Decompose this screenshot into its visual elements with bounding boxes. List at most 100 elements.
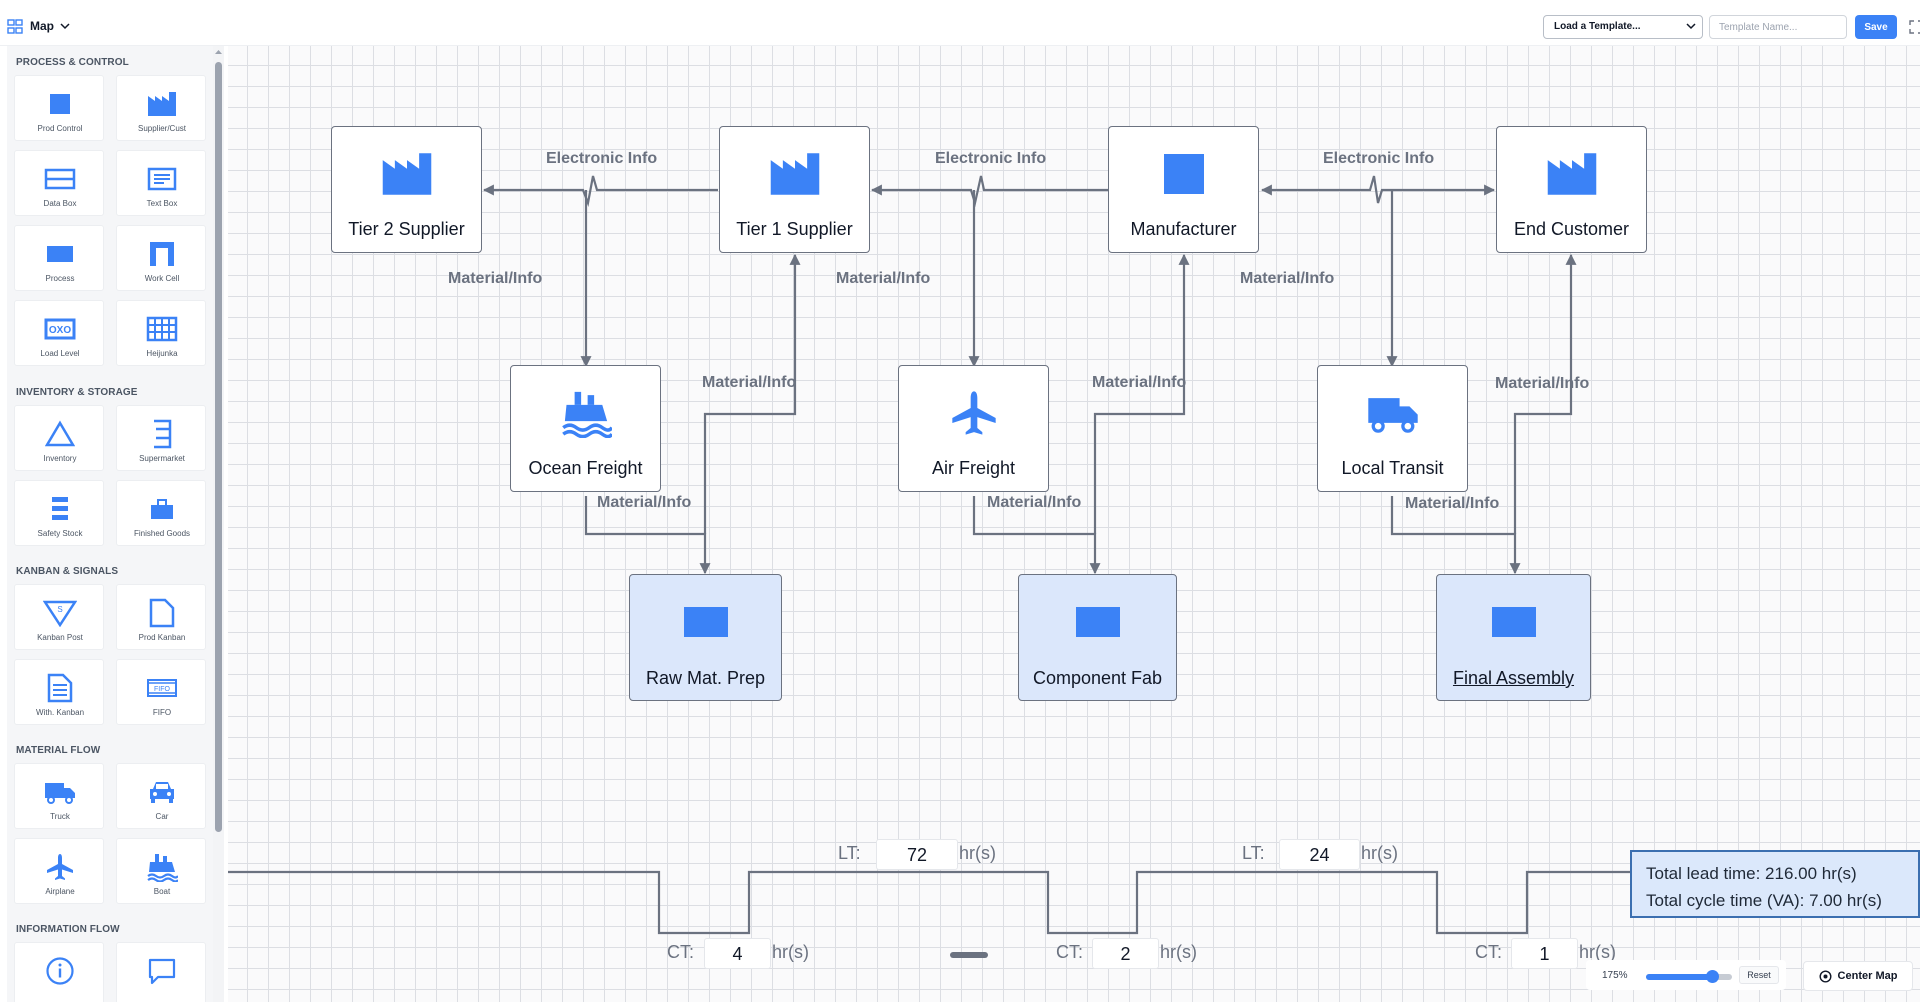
- node-tier-1-supplier[interactable]: Tier 1 Supplier: [719, 126, 870, 253]
- palette-boat[interactable]: Boat: [116, 838, 206, 904]
- target-icon: [1819, 969, 1832, 983]
- section-title: INFORMATION FLOW: [16, 924, 120, 935]
- kanban-post-icon: S: [43, 600, 77, 627]
- car-icon: [150, 782, 174, 803]
- cycle-time-input[interactable]: 4: [704, 938, 771, 969]
- palette-finished-goods[interactable]: Finished Goods: [116, 480, 206, 546]
- prod-kanban-icon: [149, 598, 175, 628]
- palette-scrollbar[interactable]: [213, 46, 224, 1002]
- boat-icon: [147, 854, 178, 882]
- palette-supplier-cust[interactable]: Supplier/Cust: [116, 75, 206, 141]
- view-menu[interactable]: Map: [30, 19, 70, 33]
- text-box-icon: [147, 167, 177, 191]
- fullscreen-icon[interactable]: [1909, 20, 1920, 34]
- cycle-time-input[interactable]: 1: [1511, 938, 1578, 969]
- palette-fifo[interactable]: FIFO FIFO: [116, 659, 206, 725]
- total-cycle-time: Total cycle time (VA): 7.00 hr(s): [1646, 891, 1882, 910]
- node-ocean-freight[interactable]: Ocean Freight: [510, 365, 661, 492]
- zoom-slider[interactable]: [1646, 970, 1732, 983]
- save-button[interactable]: Save: [1855, 15, 1897, 39]
- factory-icon: [770, 153, 819, 195]
- material-connector[interactable]: [703, 253, 801, 534]
- boat-icon: [561, 391, 612, 438]
- palette-truck[interactable]: Truck: [14, 763, 104, 829]
- withdrawal-kanban-icon: [47, 673, 73, 703]
- palette-heijunka[interactable]: Heijunka: [116, 300, 206, 366]
- node-air-freight[interactable]: Air Freight: [898, 365, 1049, 492]
- node-label[interactable]: Final Assembly: [1437, 668, 1590, 689]
- electronic-connector[interactable]: [870, 175, 1108, 208]
- safety-stock-icon: [52, 497, 68, 520]
- electronic-info-label: Electronic Info: [935, 150, 1047, 167]
- heijunka-icon: [146, 316, 178, 342]
- view-menu-label: Map: [30, 19, 54, 33]
- layout-grid-icon[interactable]: [6, 18, 24, 36]
- factory-icon: [148, 92, 176, 116]
- center-map-button[interactable]: Center Map: [1803, 961, 1913, 991]
- template-select[interactable]: Load a Template...: [1543, 15, 1703, 39]
- palette-label: Supermarket: [139, 454, 185, 463]
- zoom-slider-thumb[interactable]: [1706, 970, 1720, 983]
- ct-label: CT:: [667, 942, 694, 962]
- map-canvas[interactable]: Tier 2 Supplier Tier 1 Supplier Manufact…: [228, 46, 1920, 1002]
- palette-airplane[interactable]: Airplane: [14, 838, 104, 904]
- electronic-info-label: Electronic Info: [1323, 150, 1435, 167]
- palette-work-cell[interactable]: Work Cell: [116, 225, 206, 291]
- node-end-customer[interactable]: End Customer: [1496, 126, 1647, 253]
- electronic-connector[interactable]: [482, 175, 718, 208]
- reset-zoom-button[interactable]: Reset: [1739, 966, 1779, 984]
- palette-withdrawal-kanban[interactable]: With. Kanban: [14, 659, 104, 725]
- top-toolbar: Map Load a Template... Save: [0, 0, 1920, 46]
- palette-load-level[interactable]: OXO Load Level: [14, 300, 104, 366]
- cycle-time-input[interactable]: 2: [1092, 938, 1159, 969]
- material-info-label: Material/Info: [448, 270, 543, 287]
- unit-label: hr(s): [772, 942, 809, 962]
- center-map-label: Center Map: [1837, 970, 1898, 982]
- chevron-down-icon: [1686, 23, 1696, 30]
- scrollbar-thumb[interactable]: [215, 62, 222, 832]
- truck-icon: [1367, 398, 1418, 433]
- node-local-transit[interactable]: Local Transit: [1317, 365, 1468, 492]
- fifo-icon: FIFO: [147, 679, 177, 697]
- palette-process[interactable]: Process: [14, 225, 104, 291]
- palette-label: Kanban Post: [37, 633, 83, 642]
- palette-label: With. Kanban: [35, 708, 85, 717]
- palette-car[interactable]: Car: [116, 763, 206, 829]
- palette-safety-stock[interactable]: Safety Stock: [14, 480, 104, 546]
- section-title: PROCESS & CONTROL: [16, 57, 129, 68]
- palette-chat[interactable]: [116, 942, 206, 1002]
- briefcase-icon: [151, 499, 173, 519]
- palette-information[interactable]: [14, 942, 104, 1002]
- palette-prod-kanban[interactable]: Prod Kanban: [116, 584, 206, 650]
- timeline-drag-handle[interactable]: [950, 952, 988, 958]
- node-raw-mat-prep[interactable]: Raw Mat. Prep: [629, 574, 782, 701]
- vsm-app: Map Load a Template... Save PROCESS & CO…: [0, 0, 1920, 1002]
- material-connector[interactable]: [1513, 253, 1577, 534]
- palette-kanban-post[interactable]: S Kanban Post: [14, 584, 104, 650]
- palette-text-box[interactable]: Text Box: [116, 150, 206, 216]
- palette-supermarket[interactable]: Supermarket: [116, 405, 206, 471]
- lead-time-input[interactable]: 24: [1279, 839, 1360, 870]
- node-final-assembly[interactable]: Final Assembly: [1436, 574, 1591, 701]
- node-label: Tier 1 Supplier: [736, 219, 853, 239]
- node-tier-2-supplier[interactable]: Tier 2 Supplier: [331, 126, 482, 253]
- material-connector[interactable]: [1093, 253, 1190, 534]
- node-manufacturer[interactable]: Manufacturer: [1108, 126, 1259, 253]
- palette-label: Text Box: [146, 199, 178, 208]
- palette-inventory[interactable]: Inventory: [14, 405, 104, 471]
- lead-time-input[interactable]: 72: [876, 839, 958, 870]
- totals-panel: Total lead time: 216.00 hr(s) Total cycl…: [1630, 850, 1920, 918]
- node-component-fab[interactable]: Component Fab: [1018, 574, 1177, 701]
- palette-prod-control[interactable]: Prod Control: [14, 75, 104, 141]
- factory-icon: [382, 153, 431, 195]
- electronic-connector[interactable]: [1260, 175, 1496, 204]
- triangle-icon: [45, 420, 75, 447]
- palette-data-box[interactable]: Data Box: [14, 150, 104, 216]
- template-name-input[interactable]: [1709, 15, 1847, 39]
- process-icon: [47, 246, 73, 262]
- node-label: Manufacturer: [1130, 219, 1237, 239]
- palette-label: Process: [45, 274, 75, 283]
- scroll-up-icon[interactable]: [214, 48, 223, 56]
- palette-label: Data Box: [43, 199, 77, 208]
- unit-label: hr(s): [959, 843, 996, 863]
